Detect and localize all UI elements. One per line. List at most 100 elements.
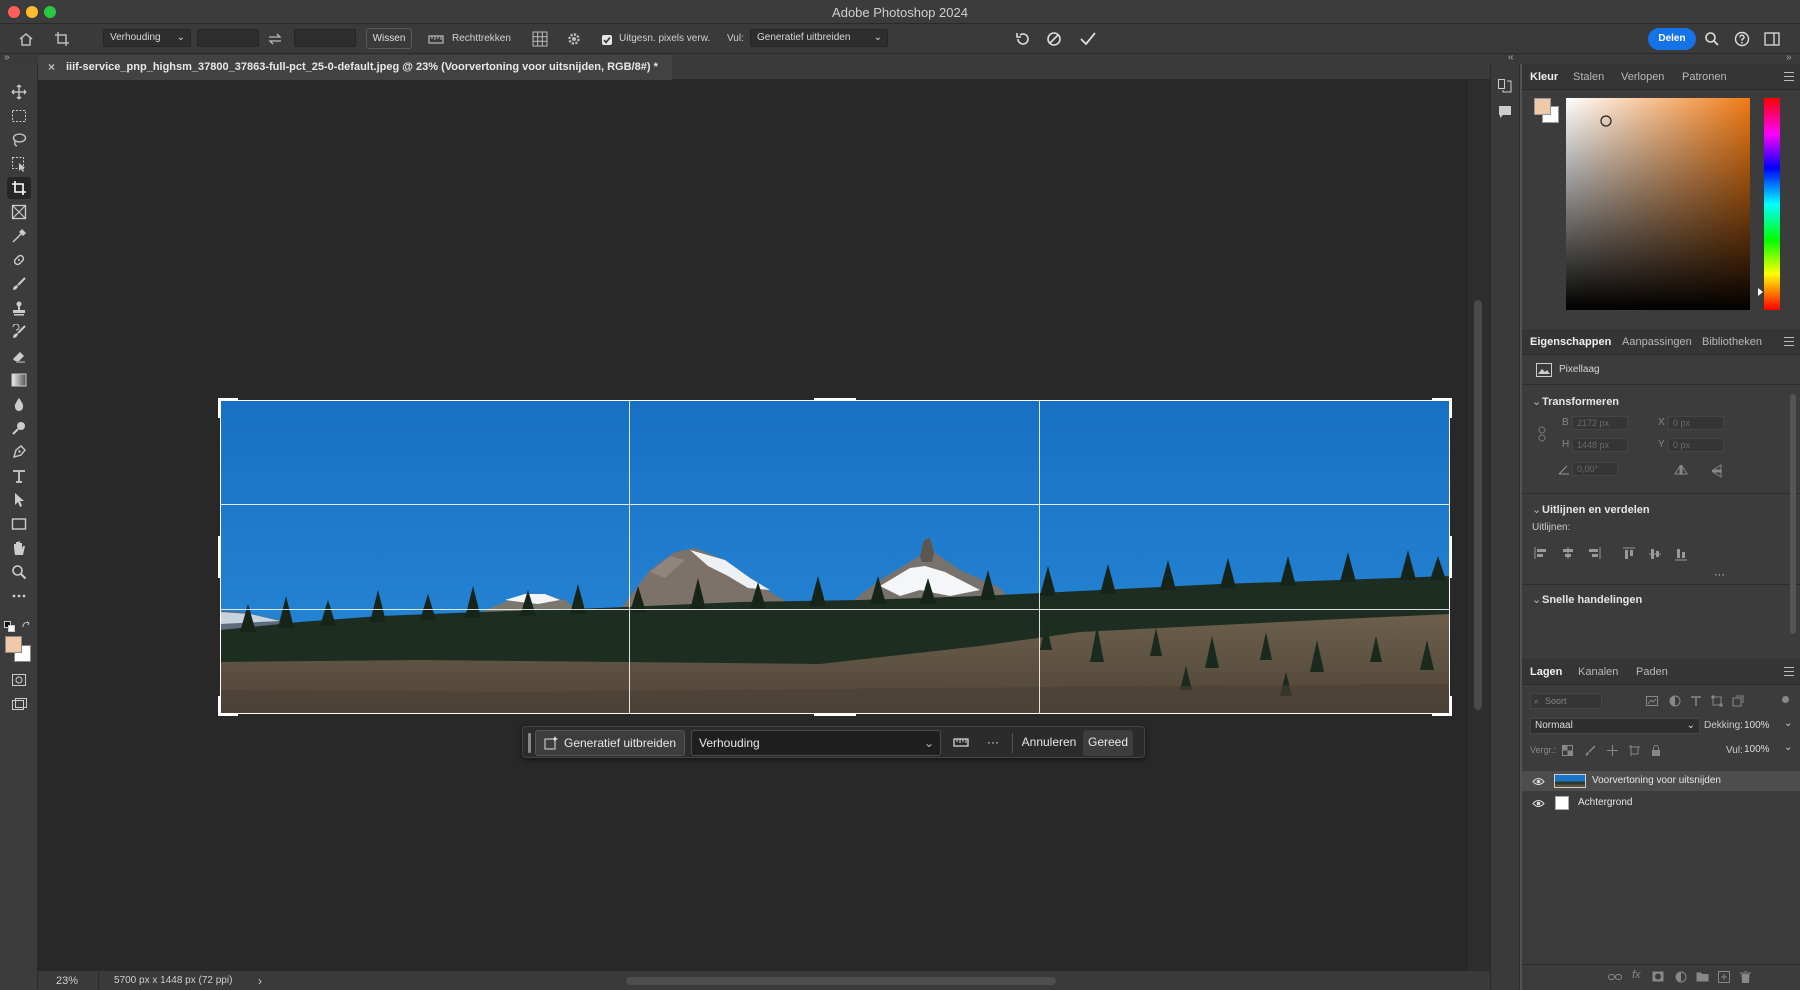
align-section-header[interactable]: ⌄Uitlijnen en verdelen [1532, 503, 1650, 516]
brush-tool-icon[interactable] [7, 273, 31, 295]
cancel-crop-icon[interactable] [1044, 29, 1064, 49]
panel-foreground-swatch[interactable] [1534, 98, 1551, 115]
gradient-tool-icon[interactable] [7, 369, 31, 391]
crop-handle-left[interactable] [218, 536, 221, 578]
straighten-icon[interactable] [426, 29, 446, 49]
tab-layers[interactable]: Lagen [1530, 659, 1562, 685]
new-layer-icon[interactable] [1718, 971, 1730, 983]
eraser-tool-icon[interactable] [7, 345, 31, 367]
history-panel-icon[interactable] [1497, 78, 1513, 94]
cancel-button[interactable]: Annuleren [1018, 730, 1080, 756]
y-field[interactable]: 0 px [1668, 438, 1724, 452]
marquee-tool-icon[interactable] [7, 105, 31, 127]
crop-tool-icon[interactable] [7, 177, 31, 199]
straighten-label[interactable]: Rechttrekken [452, 33, 511, 44]
visibility-eye-icon[interactable] [1532, 799, 1545, 808]
tab-paths[interactable]: Paden [1636, 659, 1668, 685]
ratio-select[interactable]: Verhouding ⌄ [103, 29, 191, 47]
eyedropper-tool-icon[interactable] [7, 225, 31, 247]
lock-transparent-icon[interactable] [1562, 745, 1573, 756]
fx-icon[interactable]: fx [1632, 969, 1641, 981]
visibility-eye-icon[interactable] [1532, 777, 1545, 786]
reset-crop-icon[interactable] [1013, 29, 1033, 49]
color-panel-menu-icon[interactable] [1784, 72, 1794, 81]
hand-tool-icon[interactable] [7, 537, 31, 559]
delete-layer-icon[interactable] [1740, 971, 1751, 983]
swap-icon[interactable] [265, 29, 285, 49]
properties-scrollbar[interactable] [1790, 394, 1796, 634]
path-select-tool-icon[interactable] [7, 489, 31, 511]
filter-toggle[interactable] [1782, 696, 1789, 703]
new-group-icon[interactable] [1696, 971, 1709, 982]
delete-cropped-checkbox[interactable] [602, 35, 612, 45]
align-left-icon[interactable] [1534, 547, 1548, 559]
commit-crop-icon[interactable] [1078, 29, 1098, 49]
workspace-icon[interactable] [1762, 29, 1782, 49]
drag-handle[interactable] [528, 733, 531, 753]
lock-position-icon[interactable] [1607, 745, 1618, 756]
search-icon[interactable] [1702, 29, 1722, 49]
tab-patterns[interactable]: Patronen [1682, 64, 1727, 90]
tab-properties[interactable]: Eigenschappen [1530, 329, 1611, 355]
hue-slider[interactable] [1764, 98, 1780, 310]
tab-channels[interactable]: Kanalen [1578, 659, 1618, 685]
vertical-scroll-thumb[interactable] [1474, 300, 1482, 710]
gear-icon[interactable] [564, 29, 584, 49]
history-brush-tool-icon[interactable] [7, 321, 31, 343]
height-field[interactable]: 1448 px [1572, 438, 1628, 452]
tab-swatches[interactable]: Stalen [1573, 64, 1604, 90]
expand-panels-icon[interactable]: » [1786, 52, 1792, 63]
x-field[interactable]: 0 px [1668, 416, 1724, 430]
layers-panel-menu-icon[interactable] [1784, 667, 1794, 676]
align-right-icon[interactable] [1587, 547, 1601, 559]
flip-vertical-icon[interactable] [1712, 464, 1722, 478]
clear-button[interactable]: Wissen [366, 28, 412, 49]
foreground-color-swatch[interactable] [5, 636, 22, 653]
layer-row-background[interactable]: Achtergrond [1522, 793, 1800, 813]
quick-actions-section-header[interactable]: ⌄Snelle handelingen [1532, 593, 1642, 606]
quick-mask-icon[interactable] [7, 669, 31, 691]
link-layers-icon[interactable] [1608, 973, 1622, 981]
tab-gradients[interactable]: Verlopen [1621, 64, 1664, 90]
filter-shape-icon[interactable] [1711, 695, 1723, 707]
add-mask-icon[interactable] [1652, 971, 1664, 982]
hue-slider-marker[interactable] [1758, 288, 1763, 296]
layer-filter-select[interactable]: ⌕ Soort [1530, 693, 1602, 709]
close-tab-icon[interactable]: × [48, 55, 55, 80]
comments-panel-icon[interactable] [1497, 104, 1513, 120]
done-button[interactable]: Gereed [1083, 730, 1133, 756]
crop-tool-preset-icon[interactable] [52, 29, 72, 49]
zoom-level[interactable]: 23% [56, 975, 78, 987]
horizontal-scroll-thumb[interactable] [626, 977, 1056, 985]
filter-adjustment-icon[interactable] [1669, 695, 1681, 707]
adjustment-layer-icon[interactable] [1675, 971, 1687, 983]
align-bottom-icon[interactable] [1675, 547, 1687, 561]
document-tab[interactable]: × iiif-service_pnp_highsm_37800_37863-fu… [38, 55, 672, 80]
blur-tool-icon[interactable] [7, 393, 31, 415]
align-top-icon[interactable] [1623, 547, 1635, 561]
collapse-panels-icon[interactable]: « [1508, 52, 1514, 63]
more-align-options[interactable]: ··· [1714, 569, 1725, 581]
dodge-tool-icon[interactable] [7, 417, 31, 439]
home-icon[interactable] [16, 29, 36, 49]
stamp-tool-icon[interactable] [7, 297, 31, 319]
lock-all-icon[interactable] [1651, 745, 1661, 756]
properties-panel-menu-icon[interactable] [1784, 337, 1794, 346]
transform-section-header[interactable]: ⌄Transformeren [1532, 395, 1619, 408]
vertical-scrollbar[interactable] [1468, 80, 1490, 970]
opacity-field[interactable]: 100% [1744, 718, 1776, 734]
default-colors-icon[interactable] [4, 621, 16, 633]
crop-handle-right[interactable] [1449, 536, 1452, 578]
straighten-icon[interactable] [953, 736, 969, 748]
fill-dropdown-icon[interactable]: ⌄ [1784, 742, 1792, 753]
filter-type-icon[interactable] [1690, 695, 1702, 707]
lasso-tool-icon[interactable] [7, 129, 31, 151]
rectangle-tool-icon[interactable] [7, 513, 31, 535]
more-tools-icon[interactable] [7, 585, 31, 607]
lock-image-icon[interactable] [1585, 745, 1596, 756]
crop-handle-top[interactable] [814, 398, 856, 401]
flip-horizontal-icon[interactable] [1674, 465, 1688, 475]
help-icon[interactable] [1732, 29, 1752, 49]
link-icon[interactable] [1537, 426, 1547, 442]
object-select-tool-icon[interactable] [7, 153, 31, 175]
